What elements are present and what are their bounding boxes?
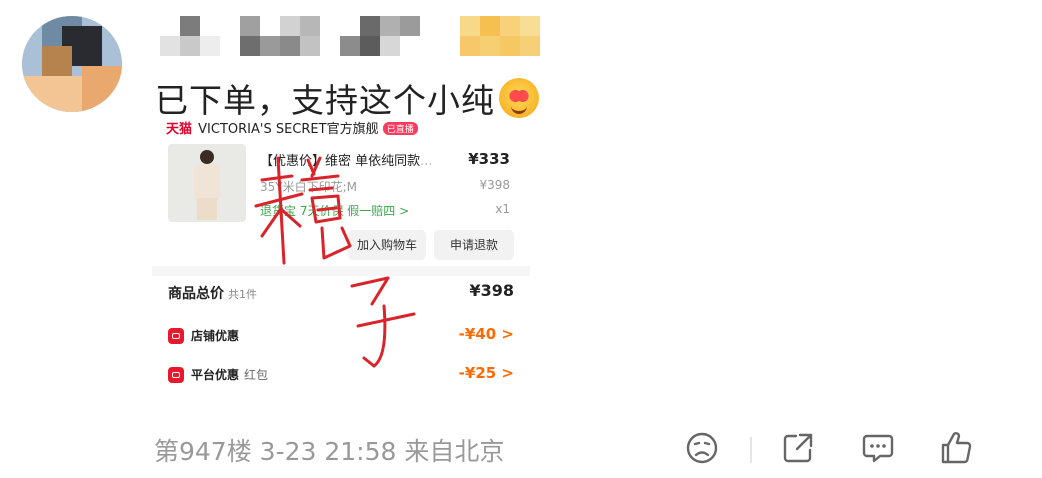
comment-body: 已下单，支持这个小纯: [155, 81, 495, 120]
like-button[interactable]: [938, 430, 974, 470]
comment-text: 已下单，支持这个小纯: [155, 74, 539, 122]
dislike-button[interactable]: [684, 430, 720, 470]
share-button[interactable]: [780, 430, 816, 470]
avatar-pixel: [22, 76, 82, 112]
smiling-face-with-hearts-icon: [499, 78, 539, 118]
comment-icon: [862, 434, 894, 463]
floor-number: 第947楼: [154, 437, 252, 466]
like-icon: [941, 432, 972, 464]
comment-meta: 第947楼 3-23 21:58 来自北京: [154, 432, 504, 468]
comment-time: 21:58: [324, 437, 397, 466]
handwritten-scribble: [254, 156, 416, 368]
avatar-pixel: [42, 46, 72, 76]
comment-location: 来自北京: [404, 437, 505, 466]
action-divider: [750, 437, 752, 463]
order-screenshot-image[interactable]: 天猫 VICTORIA'S SECRET官方旗舰 已直播 【优惠价】维密 单依纯…: [152, 118, 530, 404]
dislike-icon: [686, 432, 718, 464]
share-icon: [783, 433, 813, 463]
comment-date: 3-23: [259, 437, 317, 466]
avatar-pixel: [82, 66, 122, 112]
username-pixelated[interactable]: [160, 16, 560, 58]
avatar[interactable]: [22, 16, 122, 112]
reply-button[interactable]: [860, 430, 896, 470]
